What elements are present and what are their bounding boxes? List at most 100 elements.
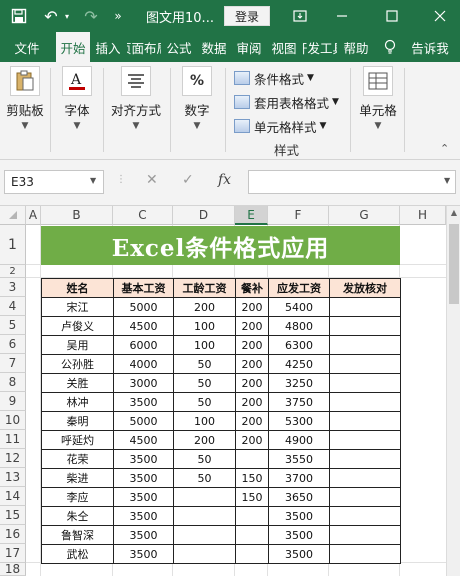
cell[interactable]: 3500 <box>113 506 174 526</box>
row-header[interactable]: 13 <box>0 468 26 487</box>
cell[interactable] <box>235 544 269 564</box>
row-header[interactable]: 9 <box>0 392 26 411</box>
vertical-scrollbar[interactable]: ▲ <box>446 206 460 576</box>
name-cell[interactable]: 李应 <box>41 487 114 507</box>
cell[interactable]: 200 <box>235 335 269 355</box>
tab-file[interactable]: 文件 <box>2 32 52 62</box>
header-cell[interactable]: 姓名 <box>41 278 114 298</box>
cell[interactable]: 50 <box>173 373 236 393</box>
cell[interactable]: 4500 <box>113 430 174 450</box>
row-header[interactable]: 7 <box>0 354 26 373</box>
row-header[interactable]: 15 <box>0 506 26 525</box>
name-cell[interactable]: 林冲 <box>41 392 114 412</box>
cell[interactable]: 3500 <box>113 525 174 545</box>
row-header[interactable]: 2 <box>0 265 26 278</box>
cell[interactable]: 200 <box>235 411 269 431</box>
cell[interactable]: 200 <box>235 373 269 393</box>
name-cell[interactable]: 武松 <box>41 544 114 564</box>
cell[interactable] <box>329 297 401 317</box>
row-header[interactable]: 1 <box>0 225 26 265</box>
cell[interactable] <box>173 506 236 526</box>
cell[interactable]: 3550 <box>268 449 330 469</box>
name-cell[interactable]: 吴用 <box>41 335 114 355</box>
cell[interactable] <box>329 449 401 469</box>
scroll-up-icon[interactable]: ▲ <box>447 208 460 217</box>
cell[interactable] <box>329 525 401 545</box>
cell[interactable]: 3500 <box>268 544 330 564</box>
column-header-d[interactable]: D <box>173 206 235 225</box>
cell[interactable] <box>329 354 401 374</box>
conditional-format-button[interactable]: 条件格式 ▼ <box>234 68 314 88</box>
cell[interactable]: 100 <box>173 411 236 431</box>
undo-icon[interactable]: ↶ <box>38 0 64 32</box>
cell[interactable]: 6000 <box>113 335 174 355</box>
name-cell[interactable]: 朱仝 <box>41 506 114 526</box>
column-header-e[interactable]: E <box>235 206 268 225</box>
cell[interactable] <box>329 373 401 393</box>
tab-data[interactable]: 数据 <box>198 32 230 62</box>
header-cell[interactable]: 基本工资 <box>113 278 174 298</box>
name-cell[interactable]: 公孙胜 <box>41 354 114 374</box>
cell-style-button[interactable]: 单元格样式 ▼ <box>234 116 326 136</box>
number-group[interactable]: % 数字 ▼ <box>176 66 218 131</box>
cell[interactable]: 50 <box>173 392 236 412</box>
save-icon[interactable] <box>6 0 32 32</box>
cell[interactable]: 5000 <box>113 297 174 317</box>
cell[interactable]: 3500 <box>113 487 174 507</box>
select-all-corner[interactable] <box>0 206 26 225</box>
name-box[interactable]: E33 <box>4 170 104 194</box>
cell[interactable]: 100 <box>173 316 236 336</box>
cell[interactable] <box>173 525 236 545</box>
cell[interactable]: 3500 <box>268 525 330 545</box>
name-cell[interactable]: 卢俊义 <box>41 316 114 336</box>
cell[interactable]: 3250 <box>268 373 330 393</box>
cells-group[interactable]: 单元格 ▼ <box>356 66 400 131</box>
row-header[interactable]: 11 <box>0 430 26 449</box>
name-cell[interactable]: 宋江 <box>41 297 114 317</box>
clipboard-group[interactable]: 剪贴板 ▼ <box>4 66 46 131</box>
cell[interactable]: 3500 <box>268 506 330 526</box>
column-header-a[interactable]: A <box>26 206 41 225</box>
row-header[interactable]: 3 <box>0 278 26 297</box>
more-icon[interactable]: » <box>108 0 128 32</box>
cell[interactable] <box>235 525 269 545</box>
ribbon-display-icon[interactable] <box>288 0 312 32</box>
tell-me-search[interactable]: 告诉我 <box>408 32 452 62</box>
header-cell[interactable]: 应发工资 <box>268 278 330 298</box>
cell[interactable]: 150 <box>235 468 269 488</box>
chevron-down-icon[interactable]: ▼ <box>444 176 450 185</box>
row-header[interactable]: 4 <box>0 297 26 316</box>
cell[interactable]: 5000 <box>113 411 174 431</box>
collapse-ribbon-icon[interactable]: ⌃ <box>440 142 449 155</box>
cell[interactable] <box>329 392 401 412</box>
tab-help[interactable]: 帮助 <box>340 32 372 62</box>
sheet-title-banner[interactable]: Excel条件格式应用 <box>41 226 400 265</box>
name-cell[interactable]: 柴进 <box>41 468 114 488</box>
cell[interactable] <box>329 468 401 488</box>
cell[interactable]: 200 <box>235 297 269 317</box>
row-header[interactable]: 5 <box>0 316 26 335</box>
name-cell[interactable]: 花荣 <box>41 449 114 469</box>
cell[interactable]: 3500 <box>113 544 174 564</box>
name-cell[interactable]: 呼延灼 <box>41 430 114 450</box>
cell[interactable]: 3500 <box>113 468 174 488</box>
row-header[interactable]: 10 <box>0 411 26 430</box>
cell[interactable]: 3700 <box>268 468 330 488</box>
name-cell[interactable]: 鲁智深 <box>41 525 114 545</box>
cell[interactable] <box>235 449 269 469</box>
cell[interactable]: 50 <box>173 468 236 488</box>
cell[interactable]: 200 <box>235 316 269 336</box>
scrollbar-thumb[interactable] <box>449 224 459 304</box>
header-cell[interactable]: 工龄工资 <box>173 278 236 298</box>
cancel-icon[interactable]: ✕ <box>146 172 158 188</box>
cell[interactable] <box>329 335 401 355</box>
header-cell[interactable]: 餐补 <box>235 278 269 298</box>
column-header-g[interactable]: G <box>329 206 400 225</box>
cell[interactable]: 200 <box>173 430 236 450</box>
column-header-b[interactable]: B <box>41 206 113 225</box>
header-cell[interactable]: 发放核对 <box>329 278 401 298</box>
row-header[interactable]: 6 <box>0 335 26 354</box>
cell[interactable]: 50 <box>173 354 236 374</box>
cell[interactable]: 200 <box>235 392 269 412</box>
name-cell[interactable]: 关胜 <box>41 373 114 393</box>
